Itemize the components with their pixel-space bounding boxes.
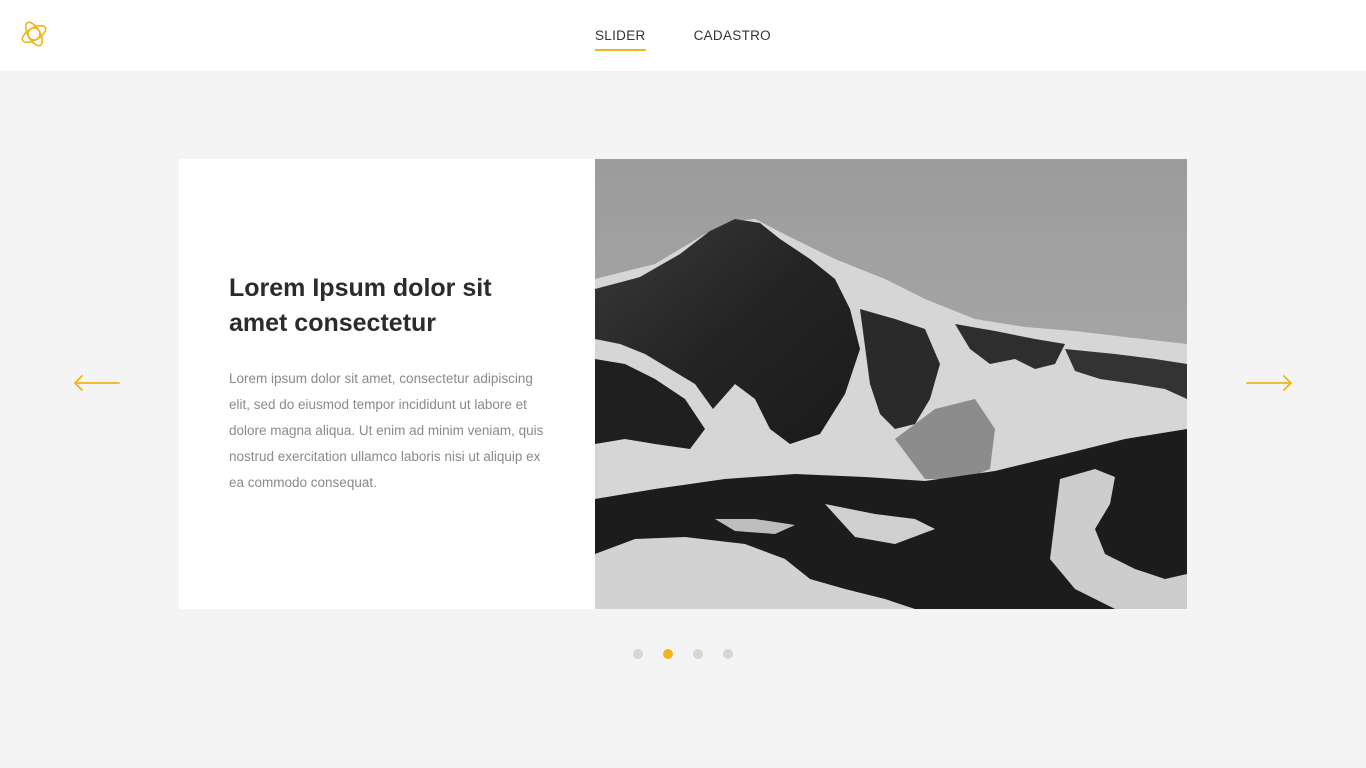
slide-description: Lorem ipsum dolor sit amet, consectetur … <box>229 371 544 490</box>
pagination-dot-4[interactable] <box>723 649 733 659</box>
slider-pagination <box>633 649 753 659</box>
arrow-right-icon[interactable] <box>1245 373 1293 393</box>
nav-item-slider[interactable]: SLIDER <box>595 28 646 51</box>
arrow-left-icon[interactable] <box>73 373 121 393</box>
pagination-dot-3[interactable] <box>693 649 703 659</box>
pagination-dot-1[interactable] <box>633 649 643 659</box>
slide-title: Lorem Ipsum dolor sit amet consectetur <box>229 274 492 337</box>
slide-card: Lorem Ipsum dolor sit amet consectetur L… <box>179 159 1187 609</box>
pagination-dot-2[interactable] <box>663 649 673 659</box>
main-nav: SLIDER CADASTRO <box>0 28 1366 51</box>
mountain-photo <box>595 159 1187 609</box>
top-navigation-bar: SLIDER CADASTRO <box>0 0 1366 71</box>
nav-item-cadastro[interactable]: CADASTRO <box>694 28 771 49</box>
slide-text-panel: Lorem Ipsum dolor sit amet consectetur L… <box>229 271 549 496</box>
